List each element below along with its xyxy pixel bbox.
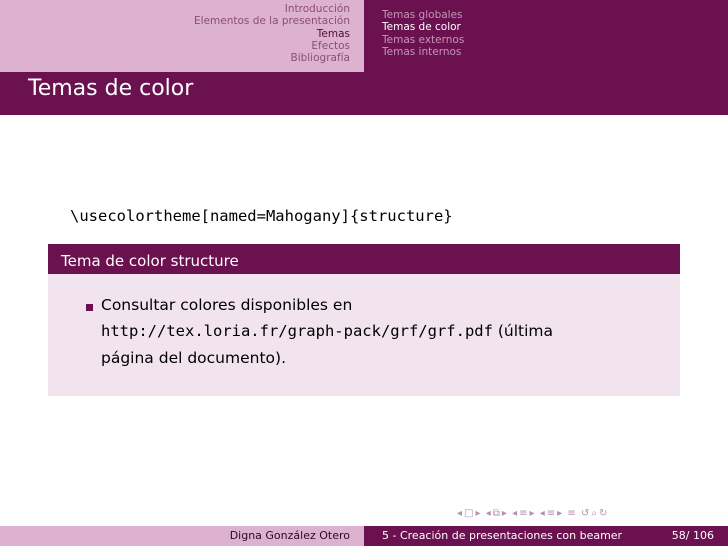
headline-navigation: Introducción Elementos de la presentació… (0, 0, 728, 72)
nav-align-icon[interactable]: ≡ (567, 508, 575, 519)
footer-title-bar: 5 - Creación de presentaciones con beame… (364, 526, 728, 546)
item-url-link[interactable]: http://tex.loria.fr/graph-pack/grf/grf.p… (101, 322, 493, 340)
nav-section-icon[interactable]: ≡ (547, 508, 555, 519)
block-title: Tema de color structure (61, 252, 239, 270)
nav-forward-icon[interactable]: ↻ (599, 508, 607, 519)
section-link-elementos[interactable]: Elementos de la presentación (194, 15, 350, 27)
nav-next-slide-icon[interactable]: ▸ (475, 508, 480, 519)
nav-subsection-icon[interactable]: ≡ (519, 508, 527, 519)
footer-author-bar: Digna González Otero (0, 526, 364, 546)
nav-frame-icon[interactable]: ⧉ (493, 508, 500, 519)
bullet-square-icon (86, 304, 93, 311)
nav-prev-subsection-icon[interactable]: ◂ (512, 508, 517, 519)
footer-author: Digna González Otero (229, 529, 350, 542)
frame-title: Temas de color (28, 76, 194, 101)
subsection-link-temas-de-color[interactable]: Temas de color (382, 21, 464, 33)
navigation-symbols: ◂ □ ▸ ◂ ⧉ ▸ ◂ ≡ ▸ ◂ ≡ ▸ ≡ ↺ ⌕ ↻ (457, 508, 609, 524)
nav-prev-section-icon[interactable]: ◂ (540, 508, 545, 519)
nav-slide-icon[interactable]: □ (464, 508, 473, 519)
nav-next-frame-icon[interactable]: ▸ (502, 508, 507, 519)
section-link-introduccion[interactable]: Introducción (194, 3, 350, 15)
section-navigation: Introducción Elementos de la presentació… (0, 0, 364, 72)
item-text-line1: Consultar colores disponibles en (101, 296, 353, 314)
section-link-temas[interactable]: Temas (194, 28, 350, 40)
subsection-list: Temas globales Temas de color Temas exte… (382, 9, 464, 58)
subsection-navigation: Temas globales Temas de color Temas exte… (364, 0, 728, 72)
subsection-link-temas-globales[interactable]: Temas globales (382, 9, 464, 21)
section-link-bibliografia[interactable]: Bibliografía (194, 52, 350, 64)
code-command: \usecolortheme[named=Mahogany]{structure… (70, 207, 453, 225)
content-block: Tema de color structure Consultar colore… (48, 244, 680, 400)
item-text-line3: página del documento). (101, 349, 287, 367)
block-title-bar: Tema de color structure (48, 244, 680, 274)
nav-prev-frame-icon[interactable]: ◂ (486, 508, 491, 519)
footer-presentation-title: 5 - Creación de presentaciones con beame… (382, 529, 623, 542)
subsection-link-temas-internos[interactable]: Temas internos (382, 46, 464, 58)
nav-next-section-icon[interactable]: ▸ (557, 508, 562, 519)
section-list: Introducción Elementos de la presentació… (194, 3, 350, 64)
item-text-line2: http://tex.loria.fr/graph-pack/grf/grf.p… (101, 322, 553, 340)
subsection-link-temas-externos[interactable]: Temas externos (382, 34, 464, 46)
nav-back-icon[interactable]: ↺ (581, 508, 589, 519)
nav-search-icon[interactable]: ⌕ (591, 508, 597, 519)
footer-page-number: 58/ 106 (671, 529, 714, 542)
section-link-efectos[interactable]: Efectos (194, 40, 350, 52)
item-url-suffix: (última (492, 322, 554, 340)
nav-prev-slide-icon[interactable]: ◂ (457, 508, 462, 519)
nav-next-subsection-icon[interactable]: ▸ (530, 508, 535, 519)
